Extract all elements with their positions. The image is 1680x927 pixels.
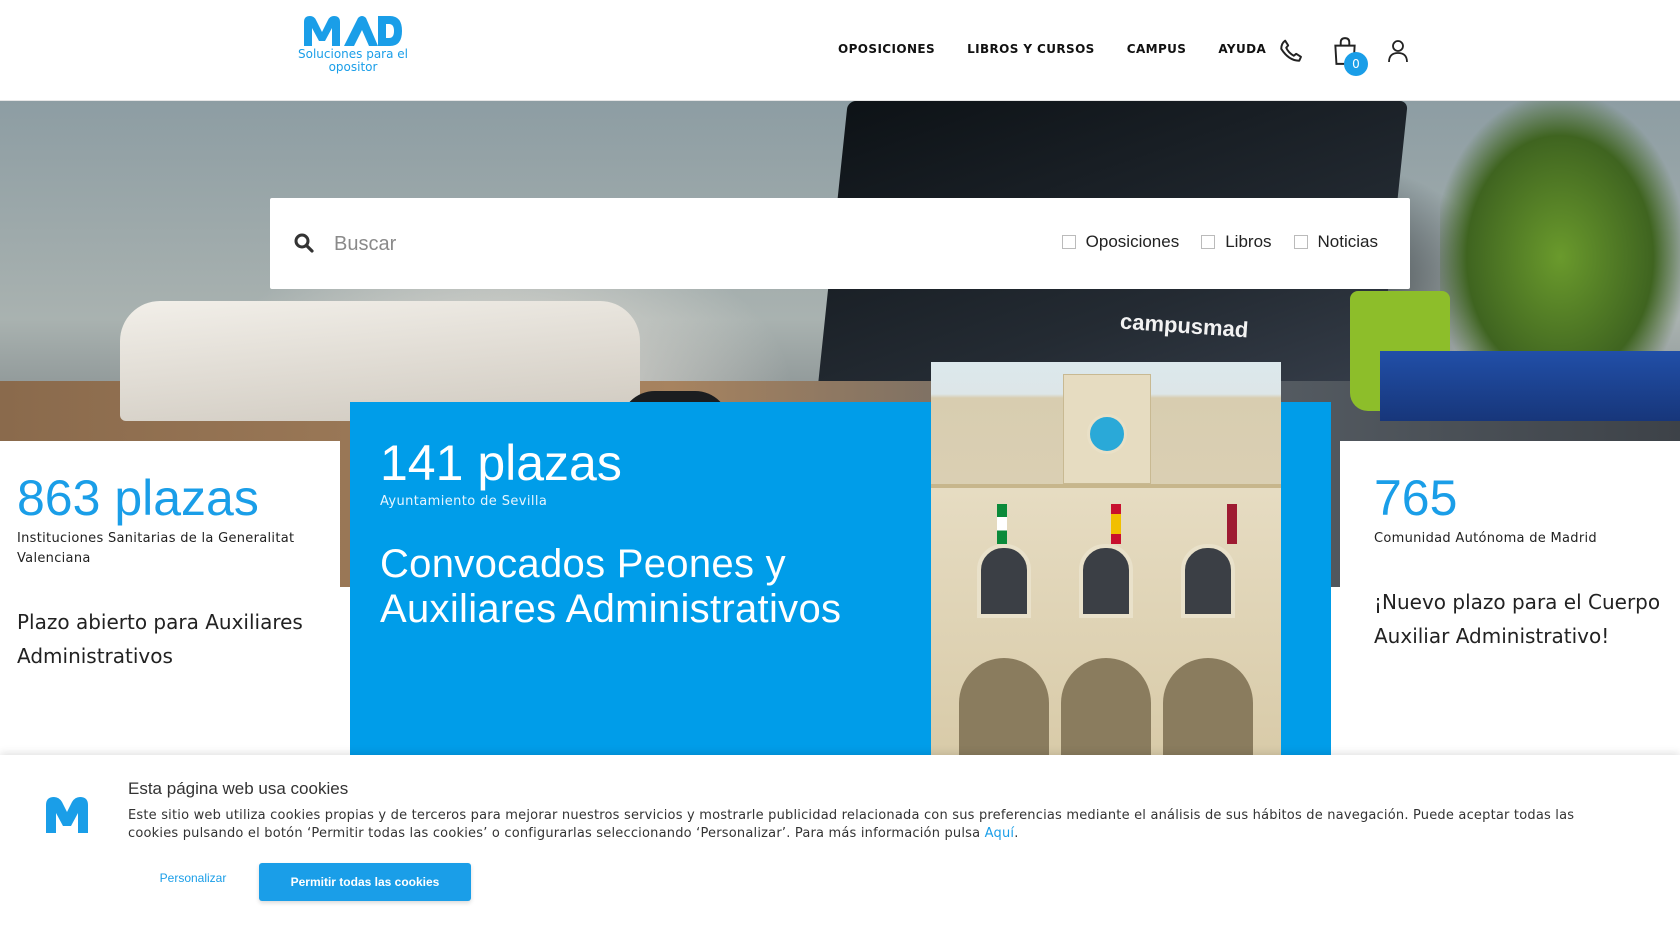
- filter-oposiciones-label: Oposiciones: [1085, 232, 1180, 251]
- nav-campus[interactable]: CAMPUS: [1127, 42, 1187, 56]
- slide-card-left[interactable]: 863 plazas Instituciones Sanitarias de l…: [0, 441, 340, 761]
- m-logo-icon: [46, 797, 88, 833]
- nav-oposiciones[interactable]: OPOSICIONES: [838, 42, 935, 56]
- main-card-org: Ayuntamiento de Sevilla: [380, 494, 548, 509]
- right-card-number: 765: [1374, 470, 1458, 526]
- photo-arch: [959, 658, 1049, 762]
- hero-plant: [1440, 101, 1680, 361]
- phone-icon[interactable]: [1278, 38, 1304, 68]
- cookie-banner: Esta página web usa cookies Este sitio w…: [0, 755, 1680, 927]
- filter-noticias[interactable]: Noticias: [1293, 232, 1378, 252]
- site-header: Soluciones para el opositor OPOSICIONES …: [0, 0, 1680, 101]
- search-input[interactable]: [334, 222, 974, 266]
- mad-logo-icon: [304, 16, 402, 46]
- right-card-description: ¡Nuevo plazo para el Cuerpo Auxiliar Adm…: [1374, 590, 1661, 648]
- filter-oposiciones[interactable]: Oposiciones: [1061, 232, 1180, 252]
- logo-tagline: Soluciones para el opositor: [297, 47, 408, 74]
- nav-ayuda[interactable]: AYUDA: [1218, 42, 1266, 56]
- photo-arch: [1061, 658, 1151, 762]
- personalize-button[interactable]: Personalizar: [130, 865, 256, 891]
- cart-button[interactable]: 0: [1332, 36, 1368, 76]
- user-icon[interactable]: [1386, 38, 1410, 68]
- left-card-org: Instituciones Sanitarias de la Generalit…: [17, 531, 295, 566]
- header-icons: 0: [1278, 36, 1410, 76]
- main-card-photo: [931, 362, 1281, 762]
- filter-libros[interactable]: Libros: [1201, 232, 1272, 252]
- cookie-title: Esta página web usa cookies: [128, 779, 349, 798]
- search-filters: Oposiciones Libros Noticias: [1061, 232, 1378, 252]
- filter-libros-checkbox[interactable]: [1201, 235, 1216, 249]
- photo-window: [1181, 544, 1235, 618]
- photo-flag: [1111, 504, 1121, 544]
- photo-arch: [1163, 658, 1253, 762]
- cart-count-badge: 0: [1344, 52, 1368, 76]
- photo-window: [977, 544, 1031, 618]
- photo-flag: [1227, 504, 1237, 544]
- filter-noticias-checkbox[interactable]: [1293, 235, 1308, 249]
- nav-libros-y-cursos[interactable]: LIBROS Y CURSOS: [967, 42, 1095, 56]
- photo-clock: [1087, 414, 1127, 454]
- filter-oposiciones-checkbox[interactable]: [1061, 235, 1076, 249]
- photo-facade: [931, 484, 1281, 762]
- photo-flag: [997, 504, 1007, 544]
- logo-link[interactable]: Soluciones para el opositor: [292, 14, 414, 74]
- photo-window: [1079, 544, 1133, 618]
- slide-card-right[interactable]: 765 Comunidad Autónoma de Madrid ¡Nuevo …: [1340, 441, 1680, 761]
- cookie-more-info-link[interactable]: Aquí: [985, 826, 1015, 841]
- filter-noticias-label: Noticias: [1317, 232, 1378, 251]
- main-card-number: 141 plazas: [380, 435, 622, 491]
- filter-libros-label: Libros: [1225, 232, 1272, 251]
- search-icon: [294, 233, 314, 257]
- cookie-text: Este sitio web utiliza cookies propias y…: [128, 808, 1575, 841]
- main-card-title: Convocados Peones y Auxiliares Administr…: [380, 542, 842, 631]
- left-card-number: 863 plazas: [17, 470, 259, 526]
- cookie-text-body: Este sitio web utiliza cookies propias y…: [128, 808, 1575, 841]
- right-card-org: Comunidad Autónoma de Madrid: [1374, 531, 1597, 546]
- left-card-description: Plazo abierto para Auxiliares Administra…: [17, 610, 303, 668]
- main-nav: OPOSICIONES LIBROS Y CURSOS CAMPUS AYUDA: [838, 42, 1266, 56]
- search-box: Oposiciones Libros Noticias: [270, 198, 1410, 289]
- hero-blue-book: [1380, 351, 1680, 421]
- accept-all-cookies-button[interactable]: Permitir todas las cookies: [259, 863, 471, 901]
